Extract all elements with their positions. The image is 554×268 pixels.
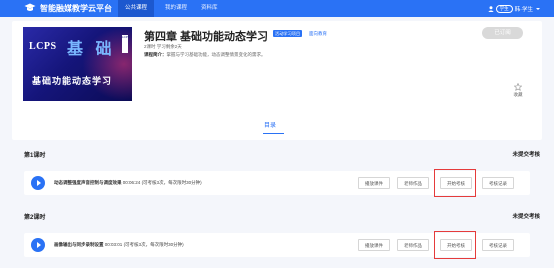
course-intro-label: 课程简介： xyxy=(144,52,167,57)
highlight-box xyxy=(434,169,476,197)
tab-active-indicator xyxy=(263,133,284,135)
course-cover-image: LCPS 基 础 基础功能动态学习 LCPS xyxy=(23,27,132,101)
favorite-label: 收藏 xyxy=(513,92,523,97)
lesson-1-status: 未提交考核 xyxy=(512,152,540,158)
play-courseware-button[interactable]: 播放课件 xyxy=(358,239,390,251)
nav-my-courses[interactable]: 我的课程 xyxy=(158,0,194,17)
user-name: 韩·学生 xyxy=(514,6,533,13)
favorite-button[interactable]: 收藏 xyxy=(508,83,528,98)
lesson-2-detail: (可考核3次，每次限时30分钟) xyxy=(123,242,184,247)
highlight-box xyxy=(434,231,476,259)
course-info-card: LCPS 基 础 基础功能动态学习 LCPS 第四章 基础功能动态学习 活动学习… xyxy=(12,21,542,140)
play-courseware-button[interactable]: 播放课件 xyxy=(358,177,390,189)
lesson-1-info: 动态调整强度声音控制与调度效果 00:06:24 (可考核3次，每次限时30分钟… xyxy=(54,180,202,186)
user-menu[interactable]: 学生 韩·学生 xyxy=(487,4,540,13)
course-meta: 2课时 学习剩余2天 xyxy=(144,44,182,49)
teacher-works-button[interactable]: 老师作品 xyxy=(397,177,429,189)
lesson-1-detail: (可考核3次，每次限时30分钟) xyxy=(141,180,202,185)
graduation-cap-icon xyxy=(24,3,36,11)
lesson-1-title: 动态调整强度声音控制与调度效果 xyxy=(54,180,122,185)
teacher-works-button[interactable]: 老师作品 xyxy=(397,239,429,251)
user-icon xyxy=(487,5,494,12)
lesson-1-duration: 00:06:24 xyxy=(122,180,141,185)
lesson-2-heading: 第2课时 xyxy=(24,215,46,221)
assessment-records-button[interactable]: 考核记录 xyxy=(482,239,514,251)
star-icon xyxy=(514,83,522,91)
course-intro: 课程简介：掌握与学习基础功能，动态调整情景变化的需求。 xyxy=(144,52,266,58)
platform-name: 智能融媒教学云平台 xyxy=(40,4,112,13)
user-role-badge: 学生 xyxy=(495,4,513,13)
course-intro-text: 掌握与学习基础功能，动态调整情景变化的需求。 xyxy=(166,52,266,57)
lesson-2-status: 未提交考核 xyxy=(512,214,540,220)
cover-big-text: 基 础 xyxy=(67,41,116,58)
play-icon[interactable] xyxy=(31,238,45,252)
top-nav-bar: 智能融媒教学云平台 公共课程 我的课程 资料库 学生 韩·学生 xyxy=(0,0,554,17)
nav-library[interactable]: 资料库 xyxy=(194,0,225,17)
lesson-2-duration: 00:03:01 xyxy=(104,242,123,247)
course-title: 第四章 基础功能动态学习 xyxy=(144,31,269,43)
course-tag: 活动学习项目 xyxy=(273,30,303,37)
cover-subtitle: 基础功能动态学习 xyxy=(32,76,113,86)
subscribed-button[interactable]: 已订阅 xyxy=(482,27,523,39)
course-tag-secondary: 面向教育 xyxy=(309,31,327,36)
lesson-2-info: 画像输出与同步录制设置 00:03:01 (可考核3次，每次限时30分钟) xyxy=(54,242,184,248)
play-icon[interactable] xyxy=(31,176,45,190)
tab-catalog[interactable]: 目录 xyxy=(264,120,276,129)
assessment-records-button[interactable]: 考核记录 xyxy=(482,177,514,189)
nav-public-courses[interactable]: 公共课程 xyxy=(118,0,155,17)
lesson-2-title: 画像输出与同步录制设置 xyxy=(54,242,104,247)
cover-badge: LCPS xyxy=(122,35,130,53)
lesson-1-heading: 第1课时 xyxy=(24,153,46,159)
cover-lcps-text: LCPS xyxy=(29,41,57,52)
chevron-down-icon xyxy=(536,7,540,10)
